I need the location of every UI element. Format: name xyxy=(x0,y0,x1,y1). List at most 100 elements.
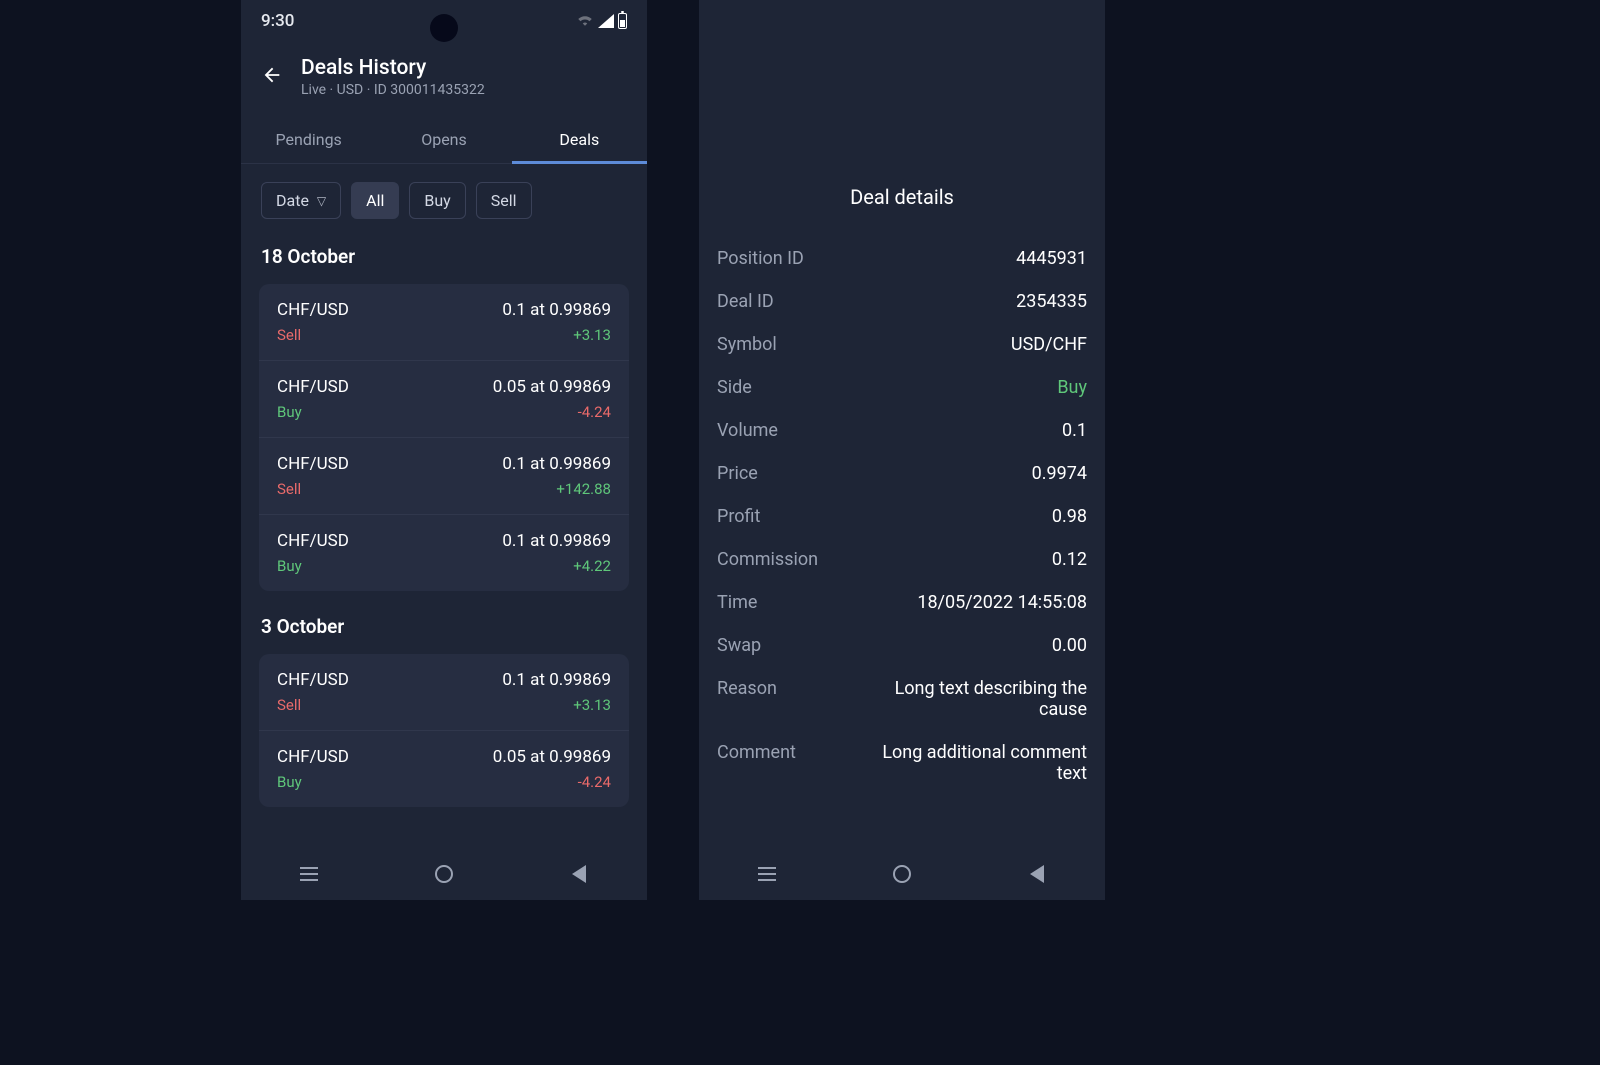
tab-deals[interactable]: Deals xyxy=(512,116,647,163)
detail-value: 18/05/2022 14:55:08 xyxy=(917,592,1087,613)
deal-profit: -4.24 xyxy=(578,773,611,791)
deal-symbol: CHF/USD xyxy=(277,531,349,551)
deal-row[interactable]: CHF/USD 0.1 at 0.99869 Sell +3.13 xyxy=(259,654,629,731)
deal-row[interactable]: CHF/USD 0.05 at 0.99869 Buy -4.24 xyxy=(259,361,629,438)
deal-symbol: CHF/USD xyxy=(277,300,349,320)
date-section-title: 3 October xyxy=(241,597,647,648)
date-section-title: 18 October xyxy=(241,227,647,278)
deal-volume-price: 0.1 at 0.99869 xyxy=(502,300,611,320)
back-icon[interactable] xyxy=(1026,863,1048,885)
deals-card: CHF/USD 0.1 at 0.99869 Sell +3.13 CHF/US… xyxy=(259,284,629,591)
app-header: Deals History Live · USD · ID 3000114353… xyxy=(241,42,647,106)
account-subtitle: Live · USD · ID 300011435322 xyxy=(301,82,485,98)
deal-volume-price: 0.05 at 0.99869 xyxy=(493,747,611,767)
detail-label: Side xyxy=(717,377,752,398)
phone-deal-details: Deal details Position ID 4445931 Deal ID… xyxy=(699,0,1105,900)
deal-row[interactable]: CHF/USD 0.1 at 0.99869 Buy +4.22 xyxy=(259,515,629,591)
camera-punchhole-icon xyxy=(430,14,458,42)
detail-label: Swap xyxy=(717,635,761,656)
detail-position-id: Position ID 4445931 xyxy=(717,237,1087,280)
detail-value: 0.12 xyxy=(1052,549,1087,570)
recent-apps-icon[interactable] xyxy=(298,863,320,885)
detail-time: Time 18/05/2022 14:55:08 xyxy=(717,581,1087,624)
detail-value: 0.1 xyxy=(1062,420,1087,441)
home-icon[interactable] xyxy=(891,863,913,885)
detail-label: Deal ID xyxy=(717,291,774,312)
detail-profit: Profit 0.98 xyxy=(717,495,1087,538)
wifi-icon xyxy=(576,11,594,31)
deal-profit: +3.13 xyxy=(573,326,611,344)
detail-label: Volume xyxy=(717,420,778,441)
detail-swap: Swap 0.00 xyxy=(717,624,1087,667)
detail-value: 0.98 xyxy=(1052,506,1087,527)
filter-buy[interactable]: Buy xyxy=(409,182,465,219)
deal-volume-price: 0.1 at 0.99869 xyxy=(502,531,611,551)
detail-reason: Reason Long text describing the cause xyxy=(717,667,1087,731)
detail-label: Reason xyxy=(717,678,777,720)
detail-value: 2354335 xyxy=(1016,291,1087,312)
deal-symbol: CHF/USD xyxy=(277,454,349,474)
filter-date-label: Date xyxy=(276,191,309,210)
deal-volume-price: 0.1 at 0.99869 xyxy=(502,454,611,474)
android-nav-bar xyxy=(241,848,647,900)
status-time: 9:30 xyxy=(261,11,294,31)
android-nav-bar xyxy=(699,848,1105,900)
deal-profit: +3.13 xyxy=(573,696,611,714)
detail-value: 0.00 xyxy=(1052,635,1087,656)
detail-side: Side Buy xyxy=(717,366,1087,409)
recent-apps-icon[interactable] xyxy=(756,863,778,885)
detail-price: Price 0.9974 xyxy=(717,452,1087,495)
detail-value: Long text describing the cause xyxy=(865,678,1087,720)
deal-profit: +4.22 xyxy=(573,557,611,575)
deal-side: Sell xyxy=(277,326,301,344)
deal-side: Buy xyxy=(277,773,302,791)
deal-row[interactable]: CHF/USD 0.05 at 0.99869 Buy -4.24 xyxy=(259,731,629,807)
deal-volume-price: 0.05 at 0.99869 xyxy=(493,377,611,397)
detail-comment: Comment Long additional comment text xyxy=(717,731,1087,795)
page-title: Deals History xyxy=(301,56,485,80)
detail-label: Comment xyxy=(717,742,796,784)
detail-deal-id: Deal ID 2354335 xyxy=(717,280,1087,323)
detail-label: Symbol xyxy=(717,334,777,355)
deal-side: Buy xyxy=(277,557,302,575)
deal-row[interactable]: CHF/USD 0.1 at 0.99869 Sell +3.13 xyxy=(259,284,629,361)
filter-all[interactable]: All xyxy=(351,182,399,219)
filter-sell[interactable]: Sell xyxy=(476,182,532,219)
details-title: Deal details xyxy=(717,185,1087,209)
filter-row: Date ▽ All Buy Sell xyxy=(241,164,647,227)
back-icon[interactable] xyxy=(568,863,590,885)
deal-side: Sell xyxy=(277,480,301,498)
deal-symbol: CHF/USD xyxy=(277,670,349,690)
home-icon[interactable] xyxy=(433,863,455,885)
detail-value: Long additional comment text xyxy=(865,742,1087,784)
detail-volume: Volume 0.1 xyxy=(717,409,1087,452)
detail-label: Profit xyxy=(717,506,760,527)
deal-symbol: CHF/USD xyxy=(277,747,349,767)
deals-card: CHF/USD 0.1 at 0.99869 Sell +3.13 CHF/US… xyxy=(259,654,629,807)
deal-symbol: CHF/USD xyxy=(277,377,349,397)
deal-profit: -4.24 xyxy=(578,403,611,421)
tab-pendings[interactable]: Pendings xyxy=(241,116,376,163)
battery-icon xyxy=(618,13,627,29)
detail-label: Time xyxy=(717,592,757,613)
detail-symbol: Symbol USD/CHF xyxy=(717,323,1087,366)
tabs: Pendings Opens Deals xyxy=(241,116,647,164)
detail-value: Buy xyxy=(1057,377,1087,398)
filter-date-dropdown[interactable]: Date ▽ xyxy=(261,182,341,219)
deal-volume-price: 0.1 at 0.99869 xyxy=(502,670,611,690)
detail-label: Commission xyxy=(717,549,818,570)
deal-profit: +142.88 xyxy=(556,480,611,498)
detail-value: 4445931 xyxy=(1016,248,1087,269)
back-arrow-icon[interactable] xyxy=(261,64,283,90)
deal-side: Buy xyxy=(277,403,302,421)
detail-value: 0.9974 xyxy=(1032,463,1087,484)
detail-commission: Commission 0.12 xyxy=(717,538,1087,581)
status-bar: 9:30 xyxy=(241,0,647,42)
detail-value: USD/CHF xyxy=(1011,334,1087,355)
deal-row[interactable]: CHF/USD 0.1 at 0.99869 Sell +142.88 xyxy=(259,438,629,515)
cellular-signal-icon xyxy=(598,14,614,28)
detail-label: Position ID xyxy=(717,248,804,269)
detail-label: Price xyxy=(717,463,758,484)
tab-opens[interactable]: Opens xyxy=(376,116,511,163)
phone-deals-history: 9:30 Deals History Live · USD · ID 30001… xyxy=(241,0,647,900)
